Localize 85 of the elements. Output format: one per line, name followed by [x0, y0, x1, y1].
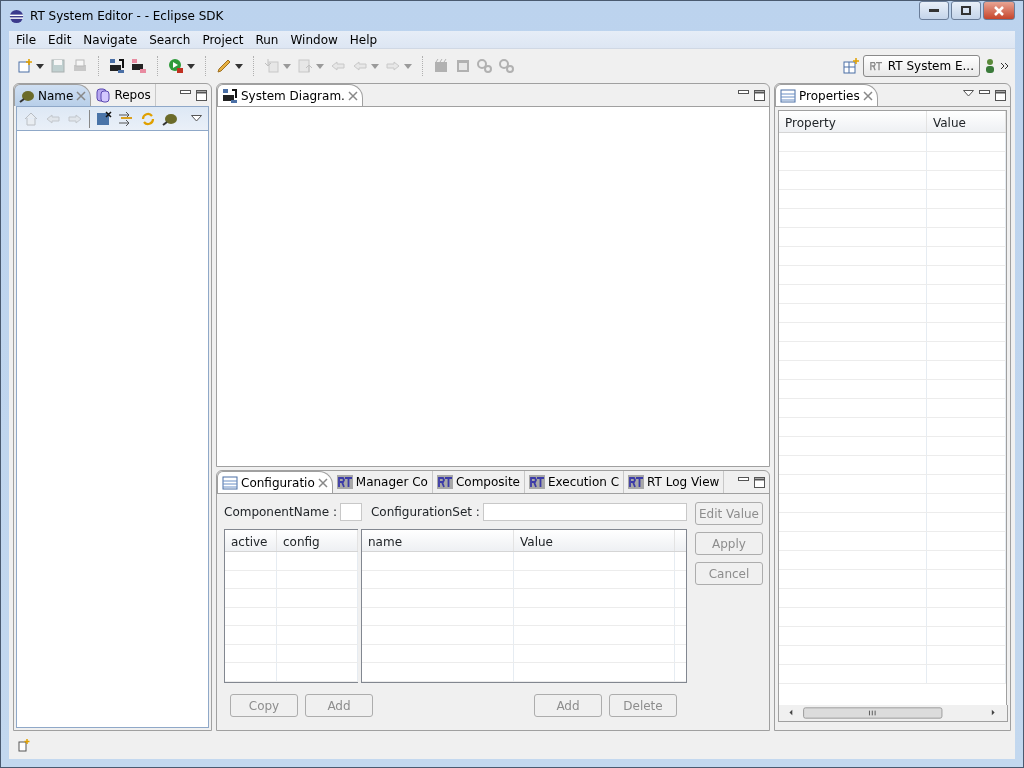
toolbar-button[interactable] [107, 58, 127, 74]
menu-item[interactable]: Help [344, 30, 383, 49]
column-header[interactable]: Value [514, 530, 675, 551]
view-tab[interactable]: System Diagram. [217, 84, 363, 106]
perspective-button[interactable]: RT System E... [862, 55, 980, 77]
toolbar-button[interactable] [15, 58, 46, 74]
close-button[interactable] [983, 1, 1015, 20]
table-icon [222, 474, 238, 491]
save-icon [50, 58, 66, 74]
column-header[interactable]: active [225, 530, 277, 551]
on-switch-icon [109, 58, 125, 74]
menu-item[interactable]: File [11, 30, 42, 49]
open-perspective-icon[interactable] [842, 58, 859, 74]
menu-item[interactable]: Project [197, 30, 249, 49]
app-icon [9, 8, 24, 24]
maximize-button[interactable] [951, 1, 981, 20]
view-menu-icon[interactable] [963, 89, 974, 97]
minimize-icon[interactable] [979, 89, 990, 95]
new-file-icon [17, 58, 33, 74]
column-header[interactable]: config [277, 530, 358, 551]
rt-icon [868, 60, 883, 72]
new-view-icon[interactable] [17, 738, 31, 752]
window-icon [455, 58, 471, 74]
on-switch-icon [222, 87, 238, 104]
maximize-icon [961, 6, 971, 15]
menu-item[interactable]: Run [250, 30, 284, 49]
database-icon [95, 87, 112, 103]
input-field[interactable] [339, 503, 362, 521]
rt-icon [336, 474, 353, 490]
view-tab[interactable]: Composite [432, 471, 525, 493]
menu-item[interactable]: Navigate [78, 30, 143, 49]
close-icon [993, 5, 1005, 16]
toolbar-button[interactable] [214, 58, 245, 74]
minimize-icon[interactable] [738, 476, 749, 482]
caret-icon[interactable] [235, 63, 243, 69]
input-field[interactable] [482, 503, 687, 521]
close-icon[interactable] [862, 90, 873, 101]
menu-item[interactable]: Search [144, 30, 196, 49]
sync-icon[interactable] [118, 111, 134, 127]
caret-icon[interactable] [36, 63, 44, 69]
view-tab[interactable]: Manager Co [332, 471, 433, 493]
window-title: RT System Editor - - Eclipse SDK [30, 8, 224, 25]
toolbar-button[interactable] [166, 58, 197, 74]
minimize-button[interactable] [919, 1, 949, 20]
horizontal-scrollbar[interactable] [778, 705, 1008, 722]
maximize-icon[interactable] [196, 89, 207, 101]
column-header[interactable]: name [362, 530, 514, 551]
close-icon[interactable] [317, 477, 328, 488]
field-label: ComponentName : [224, 504, 337, 521]
view-menu-icon[interactable] [191, 115, 202, 122]
chevron-icon[interactable] [1000, 62, 1009, 70]
minimize-icon[interactable] [180, 89, 191, 95]
maximize-icon[interactable] [754, 476, 765, 488]
run-icon [168, 58, 184, 74]
rt-icon [528, 474, 545, 490]
view-tab[interactable]: RT Log View [624, 471, 725, 493]
minimize-icon[interactable] [738, 89, 749, 95]
rt-icon [436, 474, 453, 490]
print-icon [72, 58, 88, 74]
minimize-icon [929, 8, 939, 13]
column-header[interactable]: Value [927, 111, 1006, 132]
view-tab[interactable]: Execution C [524, 471, 625, 493]
field-label: ConfigurationSet : [370, 504, 480, 521]
column-header[interactable]: Property [779, 111, 927, 132]
import-icon [264, 58, 280, 74]
toolbar-button[interactable] [129, 58, 149, 74]
export-icon [297, 58, 313, 74]
menu-item[interactable]: Window [285, 30, 343, 49]
off-switch-icon [131, 58, 147, 74]
table-icon [780, 87, 796, 104]
rt-icon [628, 474, 645, 490]
person-icon[interactable] [984, 58, 996, 74]
close-icon[interactable] [76, 90, 87, 101]
view-tab[interactable]: Configuratio [217, 471, 333, 493]
maximize-icon[interactable] [995, 89, 1006, 101]
pen-icon [216, 58, 232, 74]
caret-icon[interactable] [187, 63, 195, 69]
refresh-icon[interactable] [140, 111, 156, 127]
view-tab[interactable]: Name [14, 84, 92, 106]
view-tab[interactable]: Properties [775, 84, 878, 106]
menu-item[interactable]: Edit [43, 30, 77, 49]
maximize-icon[interactable] [754, 89, 765, 101]
close-icon[interactable] [347, 90, 358, 101]
connect-icon[interactable] [96, 111, 112, 127]
film-icon [433, 58, 449, 74]
